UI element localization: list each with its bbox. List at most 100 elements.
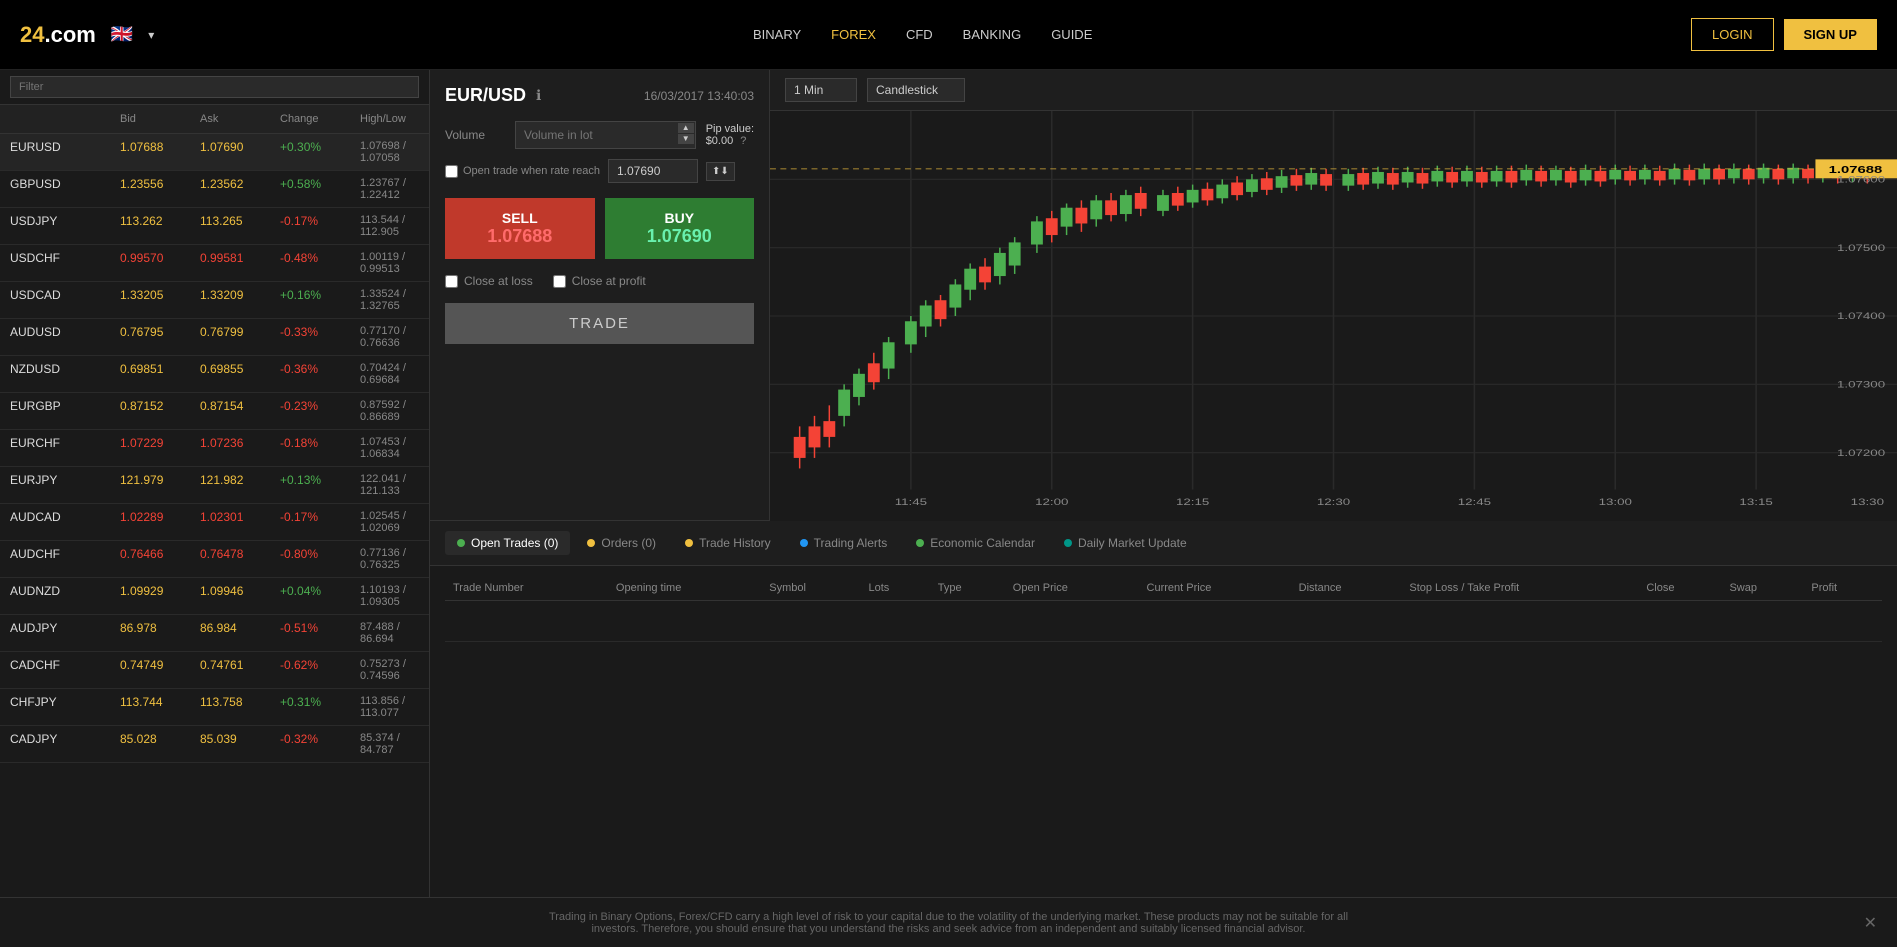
nav-guide[interactable]: GUIDE xyxy=(1051,27,1092,42)
tab-trading-alerts[interactable]: Trading Alerts xyxy=(788,531,900,555)
currency-row[interactable]: EURJPY 121.979 121.982 +0.13% 122.041 / … xyxy=(0,467,429,504)
chart-svg: 1.07688 1.07600 1.07500 1.07400 1.07300 … xyxy=(770,111,1897,521)
flag-icon[interactable]: 🇬🇧 xyxy=(111,24,133,45)
currency-row[interactable]: EURCHF 1.07229 1.07236 -0.18% 1.07453 / … xyxy=(0,430,429,467)
currency-bid: 1.33205 xyxy=(120,288,200,312)
currency-change: -0.17% xyxy=(280,510,360,534)
volume-up-button[interactable]: ▲ xyxy=(678,123,694,133)
buy-label: BUY xyxy=(617,210,743,226)
currency-highlow: 85.374 / 84.787 xyxy=(360,732,419,756)
currency-highlow: 122.041 / 121.133 xyxy=(360,473,419,497)
currency-row[interactable]: AUDCAD 1.02289 1.02301 -0.17% 1.02545 / … xyxy=(0,504,429,541)
currency-ask: 1.07236 xyxy=(200,436,280,460)
rate-reach-label: Open trade when rate reach xyxy=(445,165,600,178)
currency-change: -0.18% xyxy=(280,436,360,460)
filter-input[interactable] xyxy=(10,76,419,98)
currency-row[interactable]: USDJPY 113.262 113.265 -0.17% 113.544 / … xyxy=(0,208,429,245)
currency-bid: 113.744 xyxy=(120,695,200,719)
currency-ask: 1.07690 xyxy=(200,140,280,164)
currency-ask: 113.758 xyxy=(200,695,280,719)
logo[interactable]: 24.com xyxy=(20,22,96,48)
buy-button[interactable]: BUY 1.07690 xyxy=(605,198,755,259)
volume-down-button[interactable]: ▼ xyxy=(678,134,694,144)
dropdown-arrow-icon[interactable]: ▾ xyxy=(148,28,154,42)
th-symbol: Symbol xyxy=(761,576,860,601)
pip-help-icon[interactable]: ? xyxy=(740,135,746,147)
tab-orders[interactable]: Orders (0) xyxy=(575,531,668,555)
currency-name: EURJPY xyxy=(10,473,120,497)
currency-row[interactable]: CADJPY 85.028 85.039 -0.32% 85.374 / 84.… xyxy=(0,726,429,763)
sell-label: SELL xyxy=(457,210,583,226)
volume-input[interactable] xyxy=(515,121,696,149)
currency-row[interactable]: USDCAD 1.33205 1.33209 +0.16% 1.33524 / … xyxy=(0,282,429,319)
nav-cfd[interactable]: CFD xyxy=(906,27,933,42)
rate-reach-checkbox[interactable] xyxy=(445,165,458,178)
pip-value: Pip value: $0.00 ? xyxy=(706,123,754,147)
currency-row[interactable]: EURGBP 0.87152 0.87154 -0.23% 0.87592 / … xyxy=(0,393,429,430)
currency-change: +0.13% xyxy=(280,473,360,497)
col-name xyxy=(10,113,120,125)
timeframe-select[interactable]: 1 Min 5 Min 15 Min 30 Min 1 Hour xyxy=(785,78,857,102)
svg-text:12:00: 12:00 xyxy=(1035,498,1068,508)
currency-row[interactable]: AUDUSD 0.76795 0.76799 -0.33% 0.77170 / … xyxy=(0,319,429,356)
tab-open-trades[interactable]: Open Trades (0) xyxy=(445,531,570,555)
volume-input-wrap: ▲ ▼ xyxy=(515,121,696,149)
currency-row[interactable]: CADCHF 0.74749 0.74761 -0.62% 0.75273 / … xyxy=(0,652,429,689)
currency-bid: 1.23556 xyxy=(120,177,200,201)
currency-bid: 86.978 xyxy=(120,621,200,645)
currency-name: AUDNZD xyxy=(10,584,120,608)
tabs-bar: Open Trades (0) Orders (0) Trade History… xyxy=(430,521,1897,566)
datetime-display: 16/03/2017 13:40:03 xyxy=(644,89,754,103)
currency-ask: 85.039 xyxy=(200,732,280,756)
th-close: Close xyxy=(1638,576,1721,601)
currency-row[interactable]: USDCHF 0.99570 0.99581 -0.48% 1.00119 / … xyxy=(0,245,429,282)
th-opening-time: Opening time xyxy=(608,576,761,601)
svg-text:12:15: 12:15 xyxy=(1176,498,1209,508)
currency-ask: 0.99581 xyxy=(200,251,280,275)
nav-banking[interactable]: BANKING xyxy=(963,27,1022,42)
currency-highlow: 0.77170 / 0.76636 xyxy=(360,325,419,349)
currency-name: AUDUSD xyxy=(10,325,120,349)
currency-highlow: 0.70424 / 0.69684 xyxy=(360,362,419,386)
close-profit-checkbox[interactable] xyxy=(553,275,566,288)
currency-bid: 113.262 xyxy=(120,214,200,238)
currency-row[interactable]: CHFJPY 113.744 113.758 +0.31% 113.856 / … xyxy=(0,689,429,726)
sell-price: 1.07688 xyxy=(457,226,583,247)
login-button[interactable]: LOGIN xyxy=(1691,18,1773,51)
tab-trade-history[interactable]: Trade History xyxy=(673,531,783,555)
currency-bid: 85.028 xyxy=(120,732,200,756)
tab-daily-market-update[interactable]: Daily Market Update xyxy=(1052,531,1199,555)
rate-reach-input[interactable] xyxy=(608,159,698,183)
chart-toolbar-left: 1 Min 5 Min 15 Min 30 Min 1 Hour Candles… xyxy=(785,78,965,102)
nav-forex[interactable]: FOREX xyxy=(831,27,876,42)
th-trade-number: Trade Number xyxy=(445,576,608,601)
currency-row[interactable]: NZDUSD 0.69851 0.69855 -0.36% 0.70424 / … xyxy=(0,356,429,393)
signup-button[interactable]: SIGN UP xyxy=(1784,19,1877,50)
currency-change: -0.36% xyxy=(280,362,360,386)
currency-ask: 121.982 xyxy=(200,473,280,497)
nav-binary[interactable]: BINARY xyxy=(753,27,801,42)
close-footer-button[interactable]: ✕ xyxy=(1864,913,1877,933)
currency-row[interactable]: AUDCHF 0.76466 0.76478 -0.80% 0.77136 / … xyxy=(0,541,429,578)
currency-row[interactable]: AUDJPY 86.978 86.984 -0.51% 87.488 / 86.… xyxy=(0,615,429,652)
currency-highlow: 1.33524 / 1.32765 xyxy=(360,288,419,312)
svg-text:1.07300: 1.07300 xyxy=(1837,380,1885,390)
close-loss-checkbox[interactable] xyxy=(445,275,458,288)
rate-reach-arrows[interactable]: ⬆⬇ xyxy=(706,162,735,181)
currency-name: USDJPY xyxy=(10,214,120,238)
info-icon[interactable]: ℹ xyxy=(536,87,541,104)
currency-row[interactable]: AUDNZD 1.09929 1.09946 +0.04% 1.10193 / … xyxy=(0,578,429,615)
tab-label-open-trades: Open Trades (0) xyxy=(471,536,558,550)
trade-button[interactable]: TRADE xyxy=(445,303,754,344)
currency-sidebar: Bid Ask Change High/Low EURUSD 1.07688 1… xyxy=(0,70,430,897)
sell-button[interactable]: SELL 1.07688 xyxy=(445,198,595,259)
currency-highlow: 0.75273 / 0.74596 xyxy=(360,658,419,682)
tab-economic-calendar[interactable]: Economic Calendar xyxy=(904,531,1047,555)
currency-row[interactable]: EURUSD 1.07688 1.07690 +0.30% 1.07698 / … xyxy=(0,134,429,171)
charttype-select[interactable]: Candlestick Line Bar xyxy=(867,78,965,102)
currency-change: +0.04% xyxy=(280,584,360,608)
currency-name: AUDJPY xyxy=(10,621,120,645)
currency-list: EURUSD 1.07688 1.07690 +0.30% 1.07698 / … xyxy=(0,134,429,763)
currency-row[interactable]: GBPUSD 1.23556 1.23562 +0.58% 1.23767 / … xyxy=(0,171,429,208)
currency-change: -0.62% xyxy=(280,658,360,682)
